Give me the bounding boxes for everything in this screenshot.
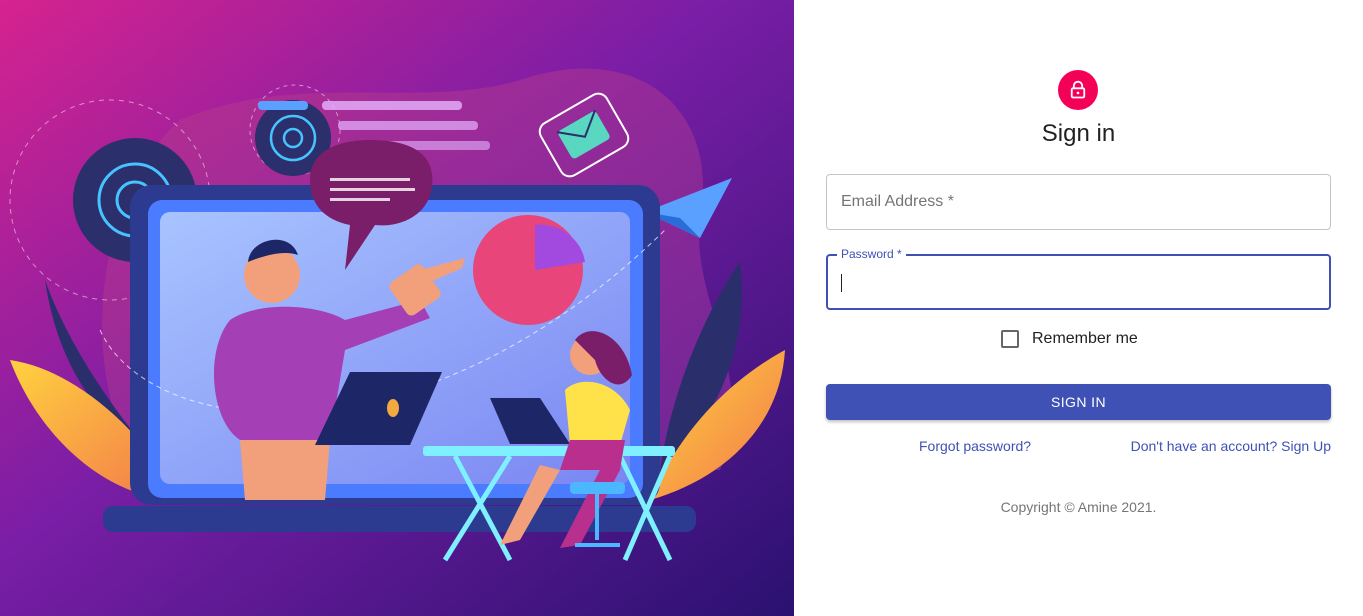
page-title: Sign in [1041,120,1116,147]
password-input[interactable] [828,256,1329,308]
email-input[interactable] [827,175,1330,229]
text-caret [841,274,842,292]
sign-up-link[interactable]: Don't have an account? Sign Up [1131,438,1331,454]
sign-in-panel: Sign in Email Address * Password * Remem… [794,0,1363,616]
email-field[interactable]: Email Address * [826,174,1331,230]
copyright-text: Copyright © Amine 2021. [1000,499,1157,515]
remember-me-control[interactable]: Remember me [1001,328,1138,350]
hero-illustration [0,0,794,616]
remember-me-checkbox[interactable] [1001,330,1019,348]
sign-in-button[interactable]: SIGN IN [826,384,1331,420]
lock-icon [1058,70,1098,110]
remember-me-label[interactable]: Remember me [1032,330,1138,348]
forgot-password-link[interactable]: Forgot password? [919,438,1031,454]
password-field[interactable]: Password * [826,247,1331,310]
